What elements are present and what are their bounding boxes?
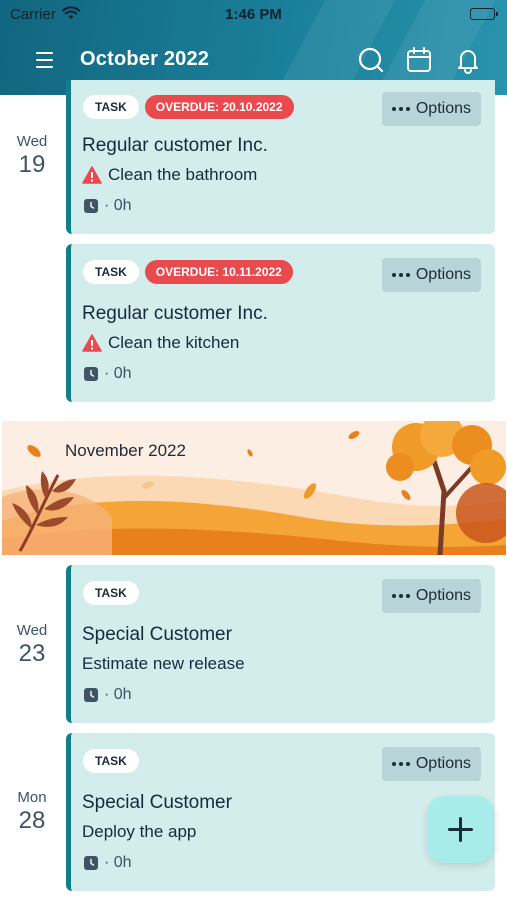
clock-icon	[84, 367, 98, 381]
overdue-badge: OVERDUE: 10.11.2022	[144, 260, 293, 284]
clock-icon	[84, 688, 98, 702]
bell-icon[interactable]	[454, 46, 482, 74]
task-badge: TASK	[83, 95, 139, 119]
options-button[interactable]: Options	[381, 92, 481, 126]
customer-name: Regular customer Inc.	[82, 135, 268, 156]
task-title-row: Clean the bathroom	[82, 165, 257, 185]
task-badge: TASK	[83, 581, 139, 605]
options-label: Options	[415, 587, 471, 604]
page-title[interactable]: October 2022	[80, 48, 209, 71]
day-number: 28	[18, 807, 46, 834]
badge-row: TASK	[83, 581, 139, 605]
options-button[interactable]: Options	[381, 258, 481, 292]
battery-icon	[470, 8, 498, 20]
customer-name: Special Customer	[82, 624, 232, 645]
badge-row: TASK OVERDUE: 20.10.2022	[83, 95, 294, 119]
duration-row: · 0h	[84, 686, 132, 704]
task-title-row: Deploy the app	[82, 822, 196, 842]
duration-label: · 0h	[104, 686, 132, 703]
ellipsis-icon	[391, 107, 410, 111]
clock-icon	[84, 856, 98, 870]
search-icon[interactable]	[357, 46, 385, 74]
calendar-icon[interactable]	[405, 46, 433, 74]
task-title: Clean the kitchen	[108, 333, 240, 352]
day-label: Wed 23	[0, 622, 64, 668]
task-card[interactable]: TASK OVERDUE: 20.10.2022 Options Regular…	[66, 80, 495, 234]
menu-icon[interactable]	[30, 48, 58, 72]
task-title: Estimate new release	[82, 654, 245, 673]
options-button[interactable]: Options	[381, 747, 481, 781]
warning-icon	[82, 334, 102, 352]
task-title-row: Estimate new release	[82, 654, 245, 674]
options-label: Options	[415, 266, 471, 283]
add-button[interactable]	[427, 796, 494, 863]
month-banner: November 2022	[2, 421, 506, 555]
day-label: Mon 28	[0, 789, 64, 835]
task-badge: TASK	[83, 749, 139, 773]
duration-row: · 0h	[84, 854, 132, 872]
clock-icon	[84, 199, 98, 213]
day-of-week: Wed	[16, 622, 48, 639]
duration-label: · 0h	[104, 365, 132, 382]
task-card[interactable]: TASK OVERDUE: 10.11.2022 Options Regular…	[66, 244, 495, 402]
badge-row: TASK OVERDUE: 10.11.2022	[83, 260, 293, 284]
status-bar: Carrier 1:46 PM	[0, 0, 507, 28]
options-label: Options	[415, 100, 471, 117]
warning-icon	[82, 166, 102, 184]
task-title-row: Clean the kitchen	[82, 333, 239, 353]
day-number: 23	[18, 640, 46, 667]
navbar: October 2022	[0, 36, 507, 84]
task-title: Clean the bathroom	[108, 165, 258, 184]
customer-name: Special Customer	[82, 792, 232, 813]
overdue-badge: OVERDUE: 20.10.2022	[144, 95, 294, 119]
status-time: 1:46 PM	[225, 6, 282, 23]
day-number: 19	[18, 151, 46, 178]
task-title: Deploy the app	[82, 822, 197, 841]
day-label: Wed 19	[0, 133, 64, 179]
day-of-week: Mon	[17, 789, 47, 806]
ellipsis-icon	[391, 762, 410, 766]
duration-label: · 0h	[104, 854, 132, 871]
plus-icon	[448, 817, 473, 842]
duration-label: · 0h	[104, 197, 132, 214]
task-card[interactable]: TASK Options Special Customer Estimate n…	[66, 565, 495, 723]
day-of-week: Wed	[16, 133, 48, 150]
ellipsis-icon	[391, 594, 410, 598]
duration-row: · 0h	[84, 197, 132, 215]
month-title: November 2022	[65, 441, 186, 460]
badge-row: TASK	[83, 749, 139, 773]
options-button[interactable]: Options	[381, 579, 481, 613]
ellipsis-icon	[391, 273, 410, 277]
customer-name: Regular customer Inc.	[82, 303, 268, 324]
options-label: Options	[415, 755, 471, 772]
duration-row: · 0h	[84, 365, 132, 383]
task-badge: TASK	[83, 260, 139, 284]
